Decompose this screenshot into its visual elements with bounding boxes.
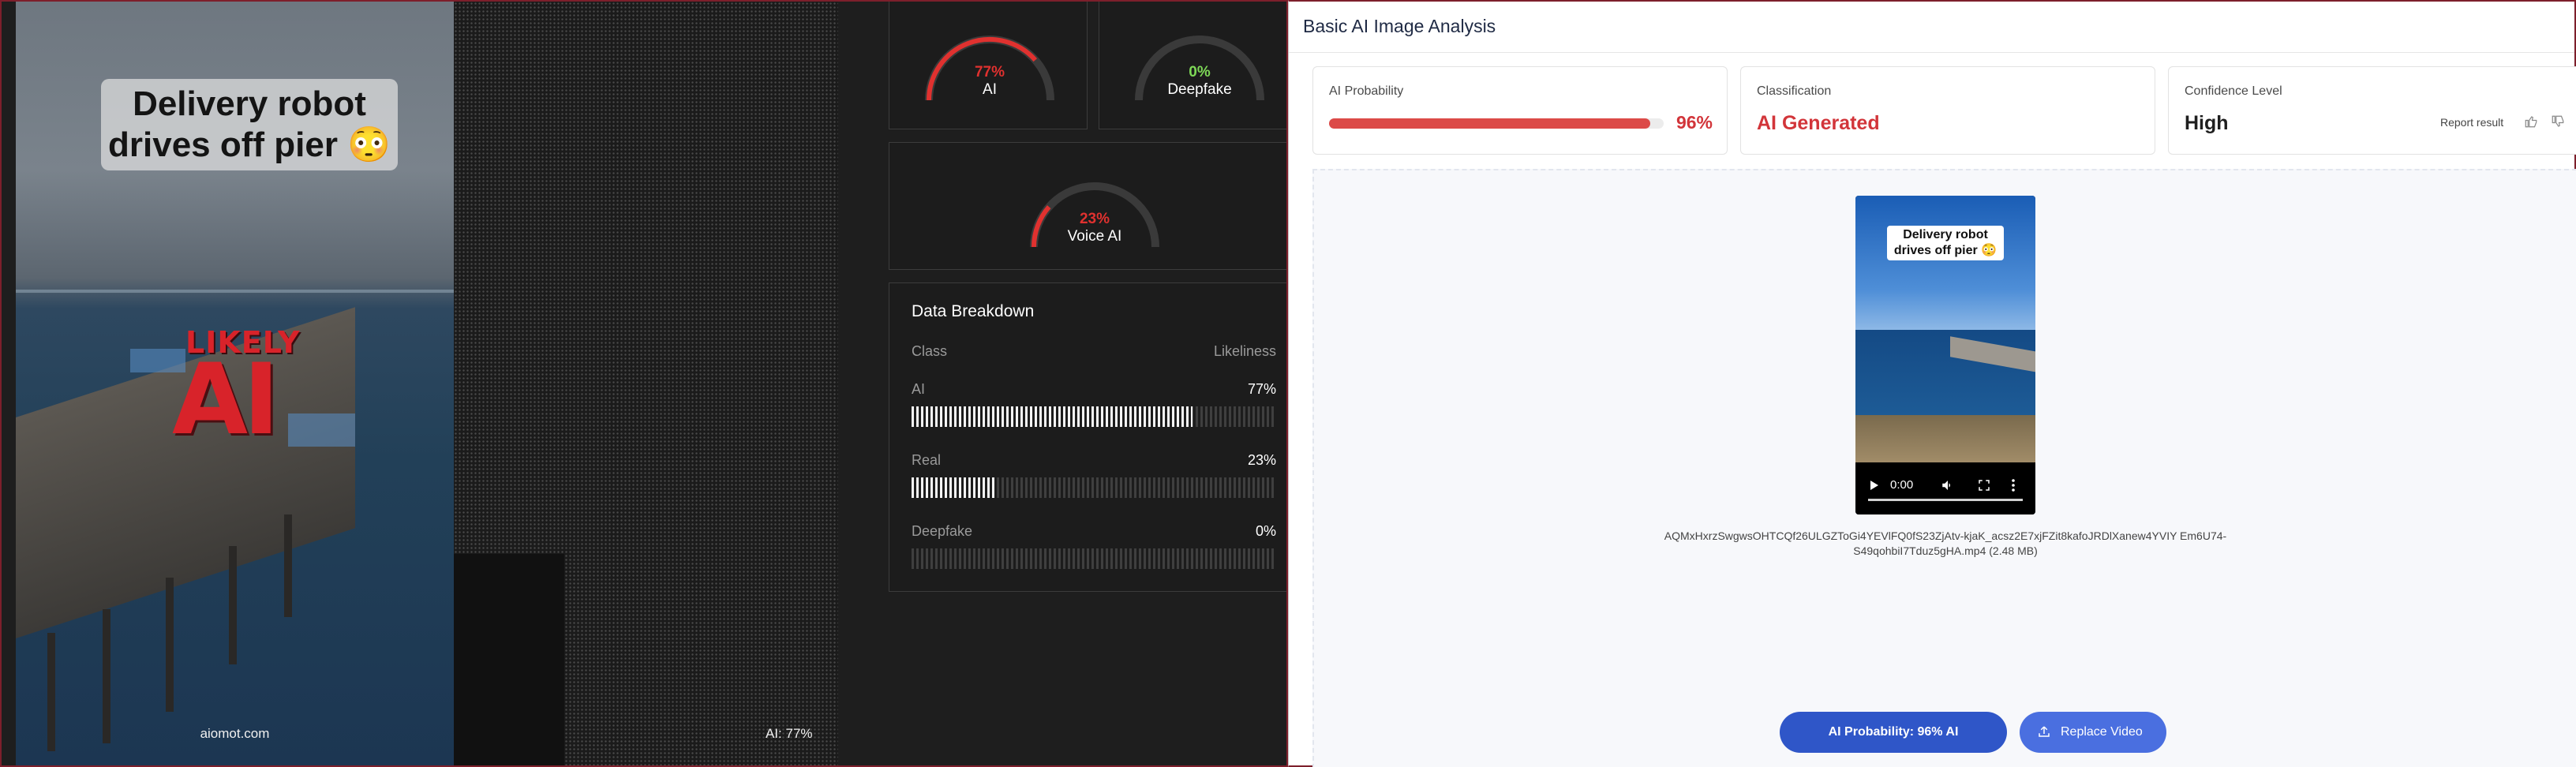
breakdown-bar-fill [912, 477, 996, 498]
breakdown-row-deepfake: Deepfake 0% [912, 523, 1276, 569]
ai-probability-bar-fill [1329, 118, 1651, 129]
analysis-page: Basic AI Image Analysis AI Probability 9… [1288, 0, 2576, 767]
thumbs-up-icon[interactable] [2524, 114, 2538, 129]
more-options-icon[interactable] [2010, 478, 2016, 492]
fullscreen-icon[interactable] [1977, 478, 1991, 492]
volume-icon[interactable] [1941, 478, 1955, 492]
data-breakdown-card: Data Breakdown Class Likeliness AI 77% R… [889, 282, 1286, 592]
horizon-line [16, 290, 454, 293]
gauge-card-ai: 77% AI [889, 2, 1088, 129]
pier-post [229, 546, 237, 664]
classification-label: Classification [1757, 84, 1832, 98]
ai-score-label: AI: 77% [766, 726, 813, 741]
report-result-link[interactable]: Report result [2440, 116, 2503, 129]
preview-area: Delivery robot drives off pier 😳 0:00 AQ… [1312, 169, 2576, 767]
gauge-ai-value: 77% [974, 64, 1005, 80]
classification-card: Classification AI Generated [1740, 66, 2155, 155]
breakdown-bar [912, 548, 1276, 569]
detector-result-panel: Delivery robot drives off pier 😳 LIKELY … [0, 0, 1288, 767]
replace-video-button[interactable]: Replace Video [2020, 712, 2166, 753]
pier-post [103, 609, 110, 743]
breakdown-label: AI [912, 381, 926, 397]
breakdown-value: 77% [1247, 381, 1276, 397]
video-sea [1855, 330, 2035, 415]
breakdown-header: Class Likeliness [912, 343, 1276, 360]
breakdown-bar-fill [912, 406, 1193, 427]
confidence-card: Confidence Level High Report result [2168, 66, 2576, 155]
watermark: aiomot.com [200, 726, 270, 741]
classification-value: AI Generated [1757, 112, 1880, 134]
data-breakdown-title: Data Breakdown [912, 302, 1035, 320]
breakdown-row-real: Real 23% [912, 452, 1276, 498]
breakdown-label: Real [912, 452, 942, 468]
pier-post [166, 578, 174, 712]
video-preview-caption: Delivery robot drives off pier 😳 [1887, 226, 2004, 260]
breakdown-bar [912, 406, 1276, 427]
replace-video-label: Replace Video [2061, 725, 2143, 739]
video-caption: Delivery robot drives off pier 😳 [101, 79, 398, 170]
dark-block [454, 554, 564, 765]
breakdown-value: 23% [1247, 452, 1276, 468]
video-player[interactable]: Delivery robot drives off pier 😳 0:00 [1855, 196, 2035, 514]
file-name: AQMxHxrzSwgwsOHTCQf26ULGZToGi4YEVlFQ0fS2… [1664, 529, 2227, 557]
gauge-deepfake: 0% Deepfake [1133, 28, 1267, 107]
ai-badge-text: AI [172, 343, 279, 457]
gauge-ai: 77% AI [923, 28, 1057, 107]
glitch-block [288, 413, 355, 447]
header-divider [1289, 52, 2574, 53]
video-time: 0:00 [1890, 478, 1914, 492]
likeliness-column-header: Likeliness [1213, 343, 1276, 359]
pier-post [284, 514, 292, 617]
gauge-deepfake-label: Deepfake [1167, 81, 1232, 98]
gauge-deepfake-value: 0% [1189, 64, 1211, 80]
class-column-header: Class [912, 343, 948, 359]
breakdown-bar [912, 477, 1276, 498]
video-frame: Delivery robot drives off pier 😳 LIKELY … [16, 2, 454, 765]
upload-icon [2039, 726, 2050, 737]
gauge-card-deepfake: 0% Deepfake [1099, 2, 1286, 129]
breakdown-row-ai: AI 77% [912, 381, 1276, 427]
gauge-voice-label: Voice AI [1067, 228, 1122, 245]
gauge-card-voice: 23% Voice AI [889, 142, 1286, 270]
breakdown-label: Deepfake [912, 523, 973, 539]
video-shore [1855, 415, 2035, 462]
ai-probability-bar [1329, 118, 1664, 129]
confidence-value: High [2185, 112, 2229, 134]
ai-probability-card: AI Probability 96% [1312, 66, 1728, 155]
ai-probability-label: AI Probability [1329, 84, 1404, 98]
gauge-ai-label: AI [983, 81, 997, 98]
confidence-label: Confidence Level [2185, 84, 2282, 98]
page-title: Basic AI Image Analysis [1303, 16, 1496, 36]
ai-probability-value: 96% [1676, 112, 1713, 133]
thumbs-down-icon[interactable] [2551, 114, 2565, 129]
gauge-voice-value: 23% [1079, 211, 1110, 227]
video-sky [1855, 196, 2035, 330]
noise-pattern-panel [454, 2, 838, 765]
breakdown-value: 0% [1255, 523, 1276, 539]
ai-probability-button[interactable]: AI Probability: 96% AI [1780, 712, 2007, 753]
video-seek-bar[interactable] [1868, 499, 2023, 501]
gauge-voice-ai: 23% Voice AI [1028, 174, 1162, 253]
play-icon[interactable] [1870, 480, 1879, 491]
